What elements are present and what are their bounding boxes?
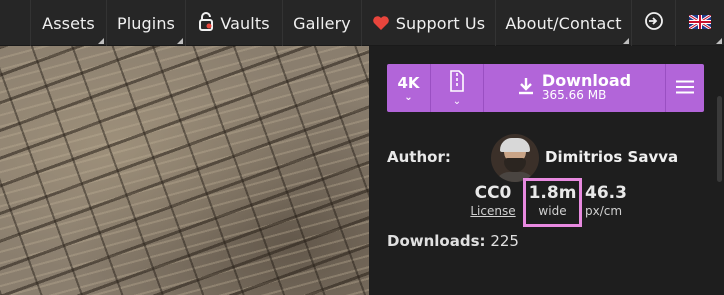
lock-icon — [198, 11, 214, 35]
nav-gallery[interactable]: Gallery — [282, 0, 361, 46]
format-select[interactable]: ⌄ — [431, 64, 484, 112]
author-label: Author: — [387, 148, 451, 166]
downloads-value: 225 — [490, 232, 519, 250]
density-label: px/cm — [585, 204, 623, 218]
scrollbar[interactable] — [717, 96, 722, 182]
asset-stats: CC0 License 1.8m wide 46.3 px/cm — [369, 178, 724, 232]
nav-plugins-label: Plugins — [116, 13, 175, 33]
author-row: Author: Dimitrios Savva — [387, 134, 704, 182]
dropdown-corner-icon — [98, 38, 104, 44]
avatar[interactable] — [491, 134, 539, 182]
uk-flag-icon — [688, 13, 712, 33]
hamburger-menu-icon — [676, 79, 694, 98]
nav-about-label: About/Contact — [505, 13, 622, 33]
nav-gallery-label: Gallery — [293, 13, 351, 33]
chevron-down-icon: ⌄ — [452, 96, 462, 107]
license-value: CC0 — [474, 183, 512, 203]
download-bar: 4K ⌄ ⌄ Download 365.66 MB — [387, 64, 704, 112]
nav-support-label: Support Us — [395, 13, 486, 33]
nav-assets-label: Assets — [42, 13, 95, 33]
nav-vaults-label: Vaults — [220, 13, 270, 33]
login-icon — [644, 11, 664, 35]
author-name[interactable]: Dimitrios Savva — [545, 148, 678, 166]
chevron-down-icon: ⌄ — [404, 92, 413, 103]
resolution-select[interactable]: 4K ⌄ — [387, 64, 431, 112]
login-button[interactable] — [631, 0, 675, 46]
width-value: 1.8m — [528, 183, 577, 203]
top-nav: Assets Plugins Vaults Gallery Support Us… — [0, 0, 724, 46]
nav-plugins[interactable]: Plugins — [106, 0, 185, 46]
nav-vaults[interactable]: Vaults — [185, 0, 282, 46]
download-button[interactable]: Download 365.66 MB — [484, 64, 666, 112]
license-stat[interactable]: CC0 License — [468, 182, 518, 218]
download-icon — [518, 77, 534, 99]
downloads-label: Downloads: — [387, 232, 486, 250]
texture-preview[interactable] — [0, 46, 369, 295]
downloads-count: Downloads: 225 — [387, 232, 519, 250]
width-stat: 1.8m wide — [523, 178, 582, 227]
width-label: wide — [538, 204, 567, 218]
asset-info-panel: 4K ⌄ ⌄ Download 365.66 MB Author: Dimitr… — [369, 46, 724, 295]
language-button[interactable] — [675, 0, 724, 46]
density-value: 46.3 — [585, 183, 627, 203]
dropdown-corner-icon — [716, 38, 722, 44]
dropdown-corner-icon — [623, 38, 629, 44]
download-label: Download — [541, 71, 632, 90]
density-stat: 46.3 px/cm — [585, 182, 635, 218]
download-options-button[interactable] — [666, 64, 704, 112]
nav-about[interactable]: About/Contact — [495, 0, 631, 46]
dropdown-corner-icon — [177, 38, 183, 44]
license-link[interactable]: License — [468, 204, 518, 218]
heart-icon — [372, 15, 390, 31]
file-size: 365.66 MB — [541, 88, 607, 102]
zip-file-icon — [449, 70, 465, 96]
nav-assets[interactable]: Assets — [30, 0, 106, 46]
resolution-value: 4K — [397, 74, 420, 92]
nav-support[interactable]: Support Us — [361, 0, 495, 46]
